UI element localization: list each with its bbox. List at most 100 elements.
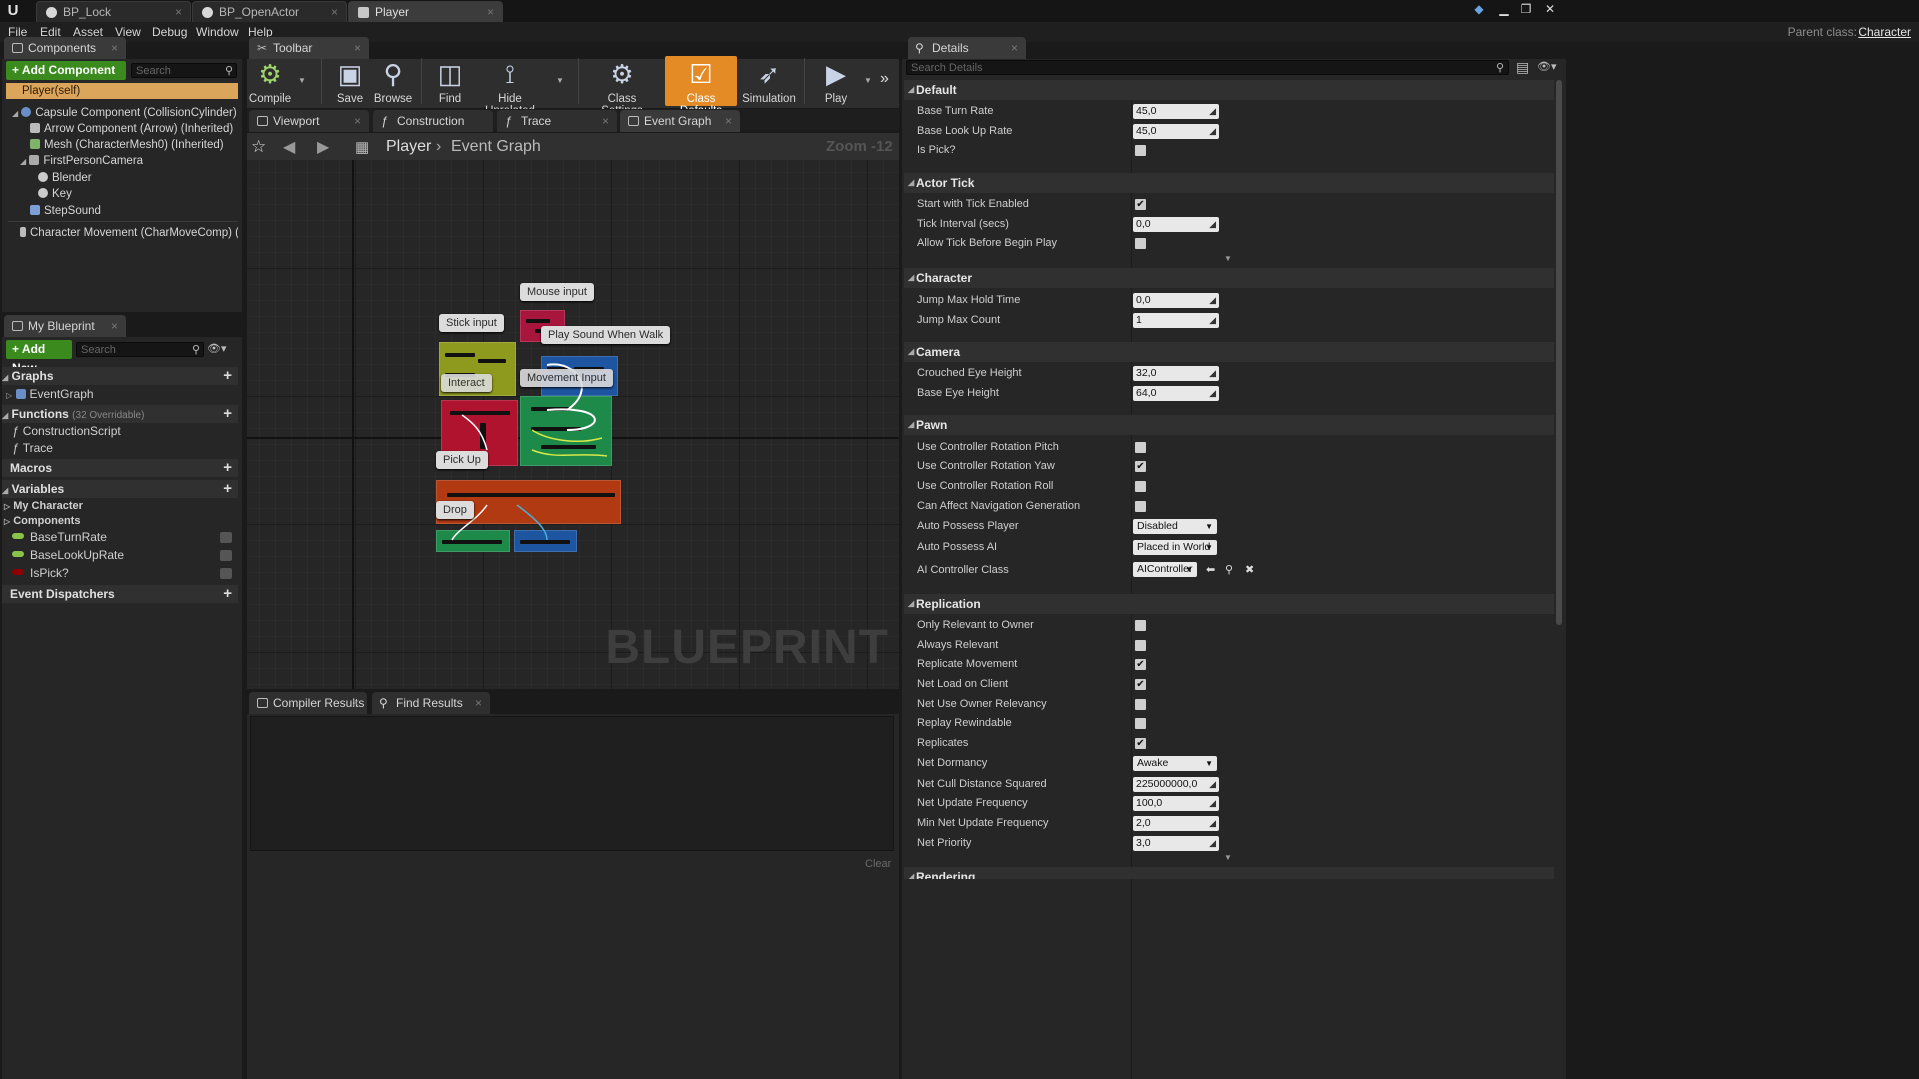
my-blueprint-search-input[interactable]: Search ⚲ [76,342,204,357]
jump-count-field[interactable]: 1 ◢ [1133,313,1219,328]
rotation-yaw-checkbox[interactable]: ✔ [1135,461,1146,472]
close-icon[interactable]: × [487,2,494,22]
browse-magnifier-icon[interactable]: ⚲ [1225,563,1233,576]
clear-button[interactable]: Clear [865,858,891,870]
rotation-pitch-checkbox[interactable] [1135,442,1146,453]
base-look-up-rate-field[interactable]: 45,0 ◢ [1133,124,1219,139]
tab-trace[interactable]: ƒ Trace × [497,110,617,132]
close-icon[interactable]: × [602,110,609,132]
visibility-eye-icon[interactable] [220,550,232,561]
category-macros[interactable]: Macros + [2,459,238,477]
category-variables[interactable]: ◢ Variables + [2,480,238,498]
net-cull-distance-field[interactable]: 225000000,0 ◢ [1133,777,1219,792]
nav-generation-checkbox[interactable] [1135,501,1146,512]
class-settings-button[interactable]: ⚙ Class Settings [586,56,658,117]
variable-item[interactable]: IsPick? [12,565,238,582]
simulation-button[interactable]: ➶ Simulation [740,56,798,106]
ai-controller-class-select[interactable]: AIController ▼ [1133,562,1197,577]
add-macro-icon[interactable]: + [223,459,232,477]
forward-arrow-icon[interactable]: ▶ [317,137,329,157]
close-icon[interactable]: × [175,2,182,22]
tree-item-capsule[interactable]: ◢ Capsule Component (CollisionCylinder) … [12,105,238,121]
doc-tab-bp-lock[interactable]: BP_Lock × [36,1,191,22]
close-icon[interactable]: × [1011,37,1018,59]
auto-possess-ai-select[interactable]: Placed in World ▼ [1133,540,1217,555]
only-relevant-owner-checkbox[interactable] [1135,620,1146,631]
tab-event-graph[interactable]: Event Graph × [620,110,740,132]
add-component-button[interactable]: + Add Component [6,61,126,80]
show-advanced-arrow-icon[interactable]: ▼ [1224,853,1232,862]
components-panel-tab[interactable]: Components × [4,37,126,59]
comment-label-mouse-input[interactable]: Mouse input [520,283,594,301]
browse-button[interactable]: ⚲ Browse [372,56,414,106]
close-window-button[interactable]: ✕ [1540,1,1560,17]
details-category-replication[interactable]: ◢ Replication [904,594,1554,614]
add-graph-icon[interactable]: + [223,367,232,385]
add-dispatcher-icon[interactable]: + [223,585,232,603]
graph-item-eventgraph[interactable]: ▷ EventGraph [6,386,236,403]
jump-hold-field[interactable]: 0,0 ◢ [1133,293,1219,308]
comment-label-pick-up[interactable]: Pick Up [436,451,488,469]
tab-compiler-results[interactable]: Compiler Results × [249,692,367,714]
details-category-default[interactable]: ◢ Default [904,80,1554,100]
tree-item-arrow[interactable]: Arrow Component (Arrow) (Inherited) [30,121,238,137]
tree-item-mesh[interactable]: Mesh (CharacterMesh0) (Inherited) [30,137,238,153]
is-pick-checkbox[interactable] [1135,145,1146,156]
use-selected-arrow-icon[interactable]: ⬅ [1206,563,1215,576]
doc-tab-bp-openactor[interactable]: BP_OpenActor × [192,1,347,22]
close-icon[interactable]: × [354,110,361,132]
menu-window[interactable]: Window [196,22,239,42]
breadcrumb-root[interactable]: Player [386,138,431,156]
tree-item-camera[interactable]: ◢ FirstPersonCamera [20,153,238,169]
replicate-movement-checkbox[interactable]: ✔ [1135,659,1146,670]
details-panel-tab[interactable]: ⚲ Details × [908,37,1026,59]
function-item-trace[interactable]: ƒ Trace [12,440,236,457]
compile-options-dropdown-icon[interactable]: ▼ [298,76,306,85]
replicates-checkbox[interactable]: ✔ [1135,738,1146,749]
favorite-star-icon[interactable]: ☆ [251,137,266,157]
replay-rewindable-checkbox[interactable] [1135,718,1146,729]
restore-button[interactable]: ❐ [1516,1,1536,17]
save-button[interactable]: ▣ Save [330,56,370,106]
comment-label-stick-input[interactable]: Stick input [439,314,504,332]
tab-viewport[interactable]: Viewport × [249,110,369,132]
rotation-roll-checkbox[interactable] [1135,481,1146,492]
min-net-update-frequency-field[interactable]: 2,0 ◢ [1133,816,1219,831]
details-category-character[interactable]: ◢ Character [904,268,1554,288]
details-category-camera[interactable]: ◢ Camera [904,342,1554,362]
always-relevant-checkbox[interactable] [1135,640,1146,651]
net-load-client-checkbox[interactable]: ✔ [1135,679,1146,690]
show-advanced-arrow-icon[interactable]: ▼ [1224,254,1232,263]
close-icon[interactable]: × [111,37,118,59]
function-item-constructionscript[interactable]: ƒ ConstructionScript [12,423,236,440]
tab-find-results[interactable]: ⚲ Find Results × [372,692,490,714]
auto-possess-player-select[interactable]: Disabled ▼ [1133,519,1217,534]
tree-item-blender[interactable]: Blender [38,170,238,186]
variable-item[interactable]: BaseTurnRate [12,529,238,546]
net-owner-relevancy-checkbox[interactable] [1135,699,1146,710]
crouched-eye-height-field[interactable]: 32,0 ◢ [1133,366,1219,381]
back-arrow-icon[interactable]: ◀ [283,137,295,157]
source-control-icon[interactable]: ◆ [1469,1,1489,17]
property-matrix-icon[interactable]: ▤ [1516,59,1529,76]
details-search-input[interactable]: Search Details ⚲ [906,60,1509,75]
close-icon[interactable]: × [725,110,732,132]
tree-item-character-movement[interactable]: Character Movement (CharMoveComp) (Inher… [20,225,238,241]
tree-item-stepsound[interactable]: StepSound [30,203,238,219]
play-button[interactable]: ▶ Play [812,56,860,106]
tree-item-key[interactable]: Key [38,186,238,202]
details-scrollbar[interactable] [1556,80,1562,625]
visibility-eye-icon[interactable] [220,532,232,543]
comment-label-movement-input[interactable]: Movement Input [520,369,613,387]
comment-label-play-sound[interactable]: Play Sound When Walk [541,326,671,344]
close-icon[interactable]: × [475,692,482,714]
play-options-dropdown-icon[interactable]: ▼ [864,76,872,85]
comment-label-drop[interactable]: Drop [436,501,474,519]
find-button[interactable]: ◫ Find [428,56,472,106]
category-event-dispatchers[interactable]: Event Dispatchers + [2,585,238,603]
components-search-input[interactable]: Search ⚲ [131,63,237,78]
my-blueprint-panel-tab[interactable]: My Blueprint × [4,315,126,337]
category-graphs[interactable]: ◢ Graphs + [2,367,238,385]
category-functions[interactable]: ◢ Functions (32 Overridable) + [2,405,238,423]
details-category-pawn[interactable]: ◢ Pawn [904,415,1554,435]
